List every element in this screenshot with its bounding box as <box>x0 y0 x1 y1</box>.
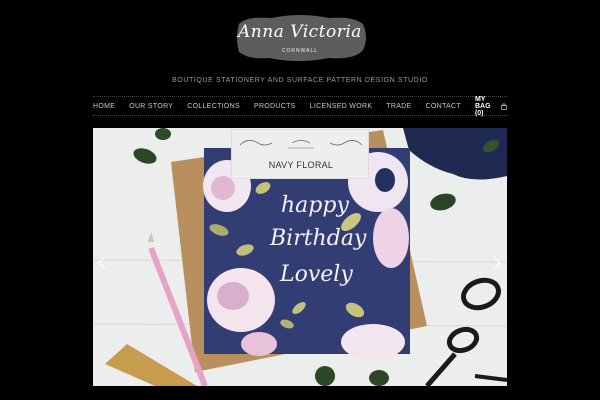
logo-subtitle: CORNWALL <box>281 48 319 54</box>
nav-products[interactable]: PRODUCTS <box>254 103 296 110</box>
my-bag-label: MY BAG (0) <box>474 95 491 117</box>
nav-collections[interactable]: COLLECTIONS <box>187 103 240 110</box>
logo[interactable]: Anna Victoria CORNWALL <box>229 10 371 66</box>
logo-script-text: Anna Victoria <box>238 22 362 42</box>
ornament-flourish-icon <box>239 140 363 149</box>
nav-contact[interactable]: CONTACT <box>426 103 461 110</box>
nav-our-story[interactable]: OUR STORY <box>129 103 173 110</box>
nav-home[interactable]: HOME <box>93 103 115 110</box>
nav-trade[interactable]: TRADE <box>386 103 411 110</box>
chevron-right-icon[interactable] <box>490 255 504 271</box>
product-label[interactable]: NAVY FLORAL <box>231 129 369 179</box>
chevron-left-icon[interactable] <box>95 255 109 271</box>
my-bag-link[interactable]: MY BAG (0) <box>475 96 507 117</box>
card-text-line-2: Birthday <box>270 226 367 251</box>
nav-licensed-work[interactable]: LICENSED WORK <box>310 103 373 110</box>
site-tagline: BOUTIQUE STATIONERY AND SURFACE PATTERN … <box>172 77 428 84</box>
product-name: NAVY FLORAL <box>268 160 334 170</box>
card-text-line-1: happy <box>281 193 349 218</box>
card-text-line-3: Lovely <box>280 262 353 287</box>
main-nav: HOME OUR STORY COLLECTIONS PRODUCTS LICE… <box>93 96 507 117</box>
shopping-bag-icon <box>501 102 507 110</box>
